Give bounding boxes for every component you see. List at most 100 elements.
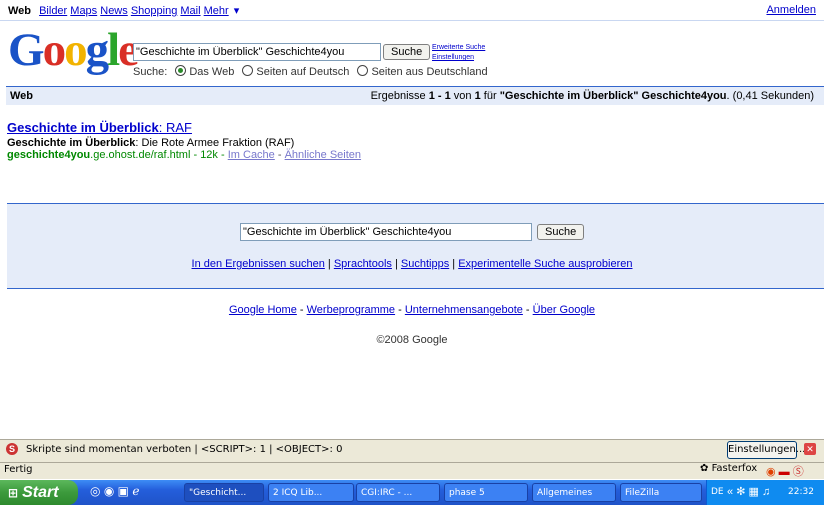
advanced-search-link[interactable]: Erweiterte Suche [432, 43, 485, 53]
radio-pages-from-germany-label: Seiten aus Deutschland [371, 66, 488, 78]
divider [0, 20, 824, 21]
stats-of: von [453, 90, 472, 102]
stats-prefix: Ergebnisse [370, 90, 426, 102]
stats-range: 1 - 1 [428, 90, 451, 102]
bottom-search-button[interactable]: Suche [537, 224, 585, 240]
task-firefox[interactable]: "Geschicht... [184, 483, 264, 502]
results-bar-label: Web [10, 90, 34, 102]
result-url-bold: geschichte4you [7, 149, 91, 161]
task-phase5[interactable]: phase 5 [444, 483, 528, 502]
task-label: phase 5 [449, 488, 485, 498]
similar-pages-link[interactable]: Ähnliche Seiten [285, 149, 361, 161]
flag-icon[interactable]: ▬ [779, 466, 790, 478]
radio-web-label: Das Web [189, 66, 235, 78]
copyright: ©2008 Google [376, 334, 448, 346]
radio-web[interactable] [175, 65, 187, 76]
firefox-icon[interactable]: ◉ [104, 484, 114, 498]
search-within-results-link[interactable]: In den Ergebnissen suchen [192, 258, 325, 270]
google-home-link[interactable]: Google Home [229, 304, 297, 316]
radio-pages-from-germany[interactable] [357, 65, 369, 76]
stats-time: (0,41 Sekunden) [732, 90, 814, 102]
close-icon[interactable]: ✕ [804, 443, 816, 455]
explorer-icon[interactable]: ▣ [118, 484, 129, 498]
google-logo[interactable]: Google [8, 24, 139, 76]
task-label: CGI:IRC - ... [361, 488, 413, 498]
nav-maps[interactable]: Maps [70, 5, 97, 17]
windows-flag-icon: ⊞ [8, 486, 19, 500]
cache-link[interactable]: Im Cache [228, 149, 275, 161]
logo-letter: G [8, 24, 45, 76]
task-filezilla[interactable]: FileZilla [620, 483, 702, 502]
expand-tray-icon[interactable]: « [727, 486, 733, 498]
fasterfox-icon: ✿ [700, 463, 709, 474]
result-title-link[interactable]: Geschichte im Überblick: RAF [7, 120, 192, 135]
start-button[interactable]: ⊞ Start [0, 480, 78, 505]
result-url-line: geschichte4you.ge.ohost.de/raf.html - 12… [7, 149, 361, 161]
stats-for: für [483, 90, 497, 102]
status-icons: ◉ ▬ Ⓢ [766, 463, 804, 479]
signin-link[interactable]: Anmelden [766, 4, 816, 16]
show-desktop-icon[interactable]: ◎ [90, 484, 100, 498]
snippet-rest: : Die Rote Armee Fraktion (RAF) [135, 137, 295, 149]
status-text: Fertig [4, 464, 33, 475]
bottom-search-box [7, 203, 824, 289]
about-google-link[interactable]: Über Google [533, 304, 595, 316]
result-url-rest: .ge.ohost.de/raf.html - 12k - [90, 149, 225, 161]
chevron-down-icon: ▾ [233, 5, 240, 17]
nav-bilder[interactable]: Bilder [39, 5, 67, 17]
nav-news[interactable]: News [100, 5, 128, 17]
search-input[interactable] [133, 43, 381, 61]
result-title-rest: : RAF [158, 120, 192, 135]
result-separator: - [277, 149, 282, 161]
language-indicator[interactable]: DE [711, 487, 724, 497]
clock: 22:32 [788, 487, 814, 497]
search-button[interactable]: Suche [383, 44, 431, 60]
nav-shopping[interactable]: Shopping [131, 5, 178, 17]
logo-letter: g [85, 24, 109, 76]
stats-query: "Geschichte im Überblick" Geschichte4you [499, 90, 727, 102]
fasterfox-label: Fasterfox [711, 463, 758, 474]
quick-launch: ◎ ◉ ▣ ℯ [90, 484, 139, 498]
task-icq[interactable]: 2 ICQ Lib... [268, 483, 354, 502]
bottom-links: In den Ergebnissen suchen | Sprachtools … [191, 258, 633, 270]
search-tips-link[interactable]: Suchtipps [401, 258, 449, 270]
result-snippet: Geschichte im Überblick: Die Rote Armee … [7, 137, 294, 149]
scope-label: Suche: [133, 66, 168, 78]
experimental-search-link[interactable]: Experimentelle Suche ausprobieren [458, 258, 632, 270]
nav-mail[interactable]: Mail [180, 5, 200, 17]
footer-links: Google Home - Werbeprogramme - Unternehm… [228, 304, 596, 316]
noscript-settings-button[interactable]: Einstellungen... [727, 441, 805, 459]
task-folder[interactable]: Allgemeines [532, 483, 616, 502]
nav-more-label: Mehr [203, 5, 229, 17]
result-title-bold: Geschichte im Überblick [7, 120, 159, 135]
radio-german-pages[interactable] [242, 65, 254, 76]
results-stats: Ergebnisse 1 - 1 von 1 für "Geschichte i… [370, 90, 814, 102]
task-label: "Geschicht... [189, 488, 247, 498]
volume-icon[interactable]: ♫ [762, 486, 770, 498]
fasterfox-indicator[interactable]: ✿ Fasterfox [700, 463, 757, 474]
start-label: Start [22, 484, 59, 501]
logo-letter: o [64, 24, 87, 76]
task-label: FileZilla [625, 488, 660, 498]
task-cgiirc[interactable]: CGI:IRC - ... [356, 483, 440, 502]
radio-german-pages-label: Seiten auf Deutsch [256, 66, 350, 78]
logo-letter: o [42, 24, 66, 76]
settings-link[interactable]: Einstellungen [432, 53, 485, 63]
ie-icon[interactable]: ℯ [132, 484, 139, 498]
business-link[interactable]: Unternehmensangebote [405, 304, 523, 316]
antivirus-icon[interactable]: ▦ [748, 486, 758, 498]
stats-total: 1 [474, 90, 481, 102]
tray-icons: « ✻ ▦ ♫ [727, 485, 770, 498]
network-icon[interactable]: ✻ [736, 486, 745, 498]
addon-icon[interactable]: ◉ [766, 466, 776, 478]
noscript-icon[interactable]: S [6, 443, 18, 455]
search-scope: Suche: Das Web Seiten auf Deutsch Seiten… [133, 65, 488, 78]
top-nav: Web Bilder Maps News Shopping Mail Mehr … [8, 4, 244, 17]
advertising-link[interactable]: Werbeprogramme [307, 304, 395, 316]
bottom-search-input[interactable] [240, 223, 532, 241]
noscript-message: Skripte sind momentan verboten | <SCRIPT… [26, 444, 343, 455]
language-tools-link[interactable]: Sprachtools [334, 258, 392, 270]
task-label: 2 ICQ Lib... [273, 488, 323, 498]
noscript-status-icon[interactable]: Ⓢ [793, 466, 804, 478]
nav-more[interactable]: Mehr [204, 5, 234, 17]
